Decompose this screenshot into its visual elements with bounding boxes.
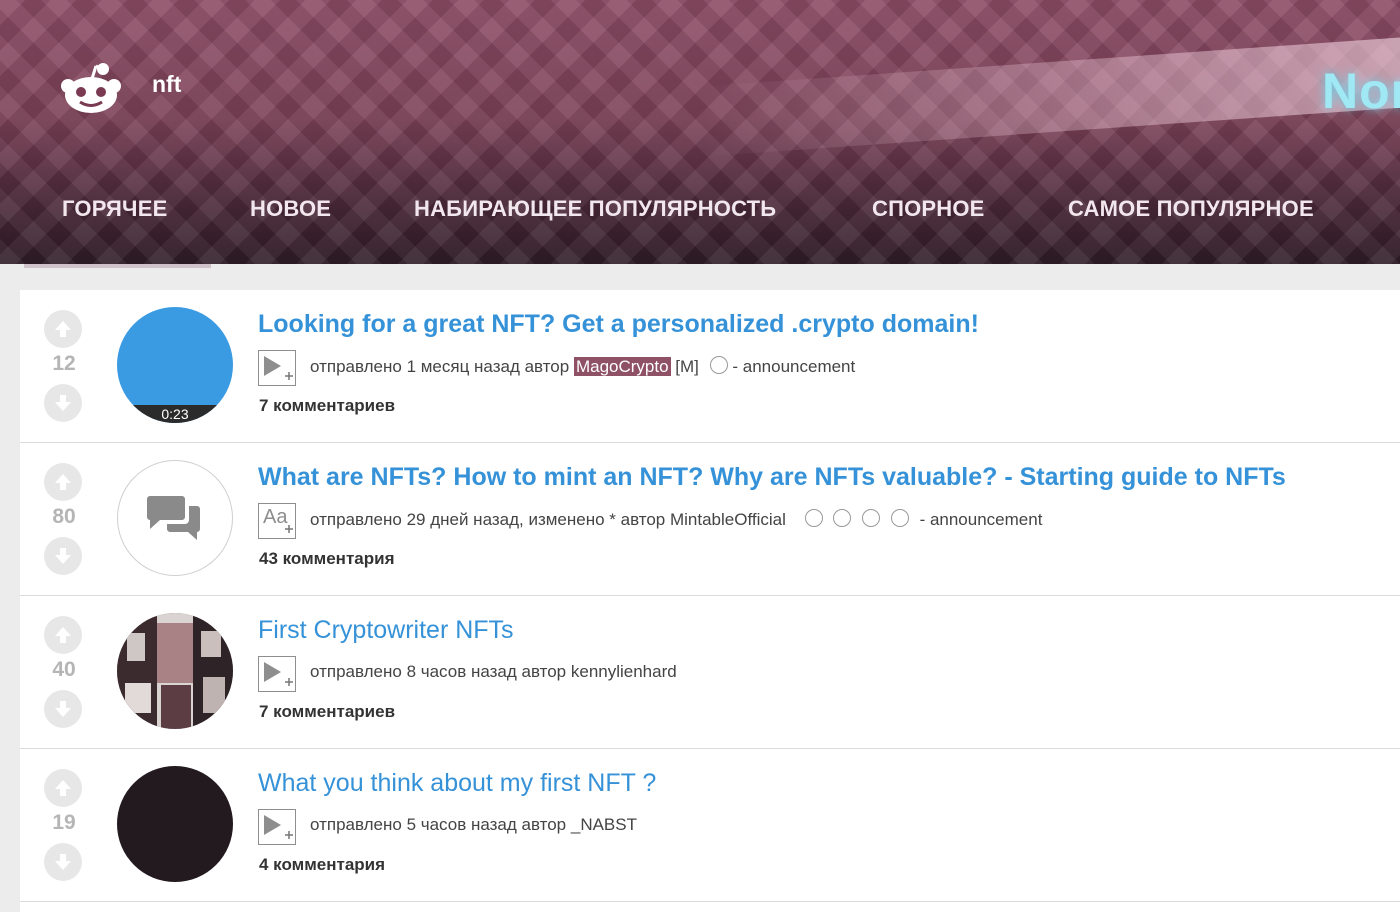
user-flair-icon <box>709 356 728 374</box>
tab-hot[interactable]: ГОРЯЧЕЕ <box>62 196 167 222</box>
banner-glow <box>698 33 1400 157</box>
reddit-snoo-icon[interactable] <box>58 58 124 114</box>
downvote-arrow-icon[interactable] <box>44 384 82 422</box>
post-item: 40 First Cryptowriter NFTs отправлено 8 … <box>20 596 1400 749</box>
post-author[interactable]: MagoCrypto <box>573 357 671 376</box>
downvote-arrow-icon[interactable] <box>44 843 82 881</box>
upvote-arrow-icon[interactable] <box>44 769 82 807</box>
comments-link[interactable]: 4 комментария <box>259 855 385 875</box>
post-score: 19 <box>52 811 76 834</box>
upvote-arrow-icon[interactable] <box>44 463 82 501</box>
tab-rising[interactable]: НАБИРАЮЩЕЕ ПОПУЛЯРНОСТЬ <box>414 196 776 222</box>
post-thumbnail[interactable] <box>117 460 233 576</box>
post-score: 80 <box>52 505 76 528</box>
tab-new[interactable]: НОВОЕ <box>250 196 331 222</box>
tab-controversial[interactable]: СПОРНОЕ <box>872 196 985 222</box>
post-item: 12 0:23 Looking for a great NFT? Get a p… <box>20 290 1400 443</box>
award-icon <box>862 509 881 527</box>
video-duration: 0:23 <box>117 405 233 423</box>
post-title[interactable]: What you think about my first NFT ? <box>258 769 656 798</box>
post-meta: отправлено 29 дней назад, изменено * авт… <box>310 509 1042 530</box>
upvote-arrow-icon[interactable] <box>44 616 82 654</box>
expando-play-button[interactable] <box>258 809 296 845</box>
post-meta-prefix: отправлено 8 часов назад автор <box>310 662 567 681</box>
play-icon <box>264 356 293 380</box>
subreddit-name[interactable]: nft <box>152 71 181 98</box>
award-icon <box>890 509 909 527</box>
play-icon <box>264 662 293 686</box>
play-icon <box>264 815 293 839</box>
post-item: 80 What are NFTs? How to mint an NFT? Wh… <box>20 443 1400 596</box>
post-flair[interactable]: - announcement <box>732 357 855 376</box>
expando-text-button[interactable]: Aa <box>258 503 296 539</box>
expando-play-button[interactable] <box>258 656 296 692</box>
post-author[interactable]: MintableOfficial <box>670 510 786 529</box>
post-thumbnail[interactable] <box>117 766 233 882</box>
post-thumbnail[interactable]: 0:23 <box>117 307 233 423</box>
expando-play-button[interactable] <box>258 350 296 386</box>
post-meta: отправлено 5 часов назад автор _NABST <box>310 815 637 835</box>
upvote-arrow-icon[interactable] <box>44 310 82 348</box>
post-meta-prefix: отправлено 1 месяц назад автор <box>310 357 570 376</box>
post-author[interactable]: _NABST <box>571 815 637 834</box>
moderator-tag: [M] <box>675 357 699 376</box>
post-title[interactable]: First Cryptowriter NFTs <box>258 616 514 645</box>
tab-top[interactable]: САМОЕ ПОПУЛЯРНОЕ <box>1068 196 1314 222</box>
post-thumbnail[interactable] <box>117 613 233 729</box>
post-author[interactable]: kennylienhard <box>571 662 677 681</box>
post-meta-prefix: отправлено 29 дней назад, изменено * авт… <box>310 510 666 529</box>
post-title[interactable]: What are NFTs? How to mint an NFT? Why a… <box>258 463 1286 492</box>
banner-text: Nor <box>1322 63 1400 119</box>
artwork-image <box>117 613 233 729</box>
self-post-icon <box>147 496 200 540</box>
downvote-arrow-icon[interactable] <box>44 690 82 728</box>
post-flair[interactable]: - announcement <box>920 510 1043 529</box>
comments-link[interactable]: 7 комментариев <box>259 396 395 416</box>
post-score: 12 <box>52 352 76 375</box>
comments-link[interactable]: 43 комментария <box>259 549 395 569</box>
active-tab-indicator <box>24 264 211 268</box>
comments-link[interactable]: 7 комментариев <box>259 702 395 722</box>
post-meta: отправлено 8 часов назад автор kennylien… <box>310 662 677 682</box>
award-icon <box>833 509 852 527</box>
post-score: 40 <box>52 658 76 681</box>
downvote-arrow-icon[interactable] <box>44 537 82 575</box>
subreddit-header: nft Nor ГОРЯЧЕЕ НОВОЕ НАБИРАЮЩЕЕ ПОПУЛЯР… <box>0 0 1400 264</box>
post-item: 19 What you think about my first NFT ? о… <box>20 749 1400 902</box>
post-meta: отправлено 1 месяц назад автор MagoCrypt… <box>310 356 855 377</box>
post-meta-prefix: отправлено 5 часов назад автор <box>310 815 567 834</box>
award-icon <box>804 509 823 527</box>
post-title[interactable]: Looking for a great NFT? Get a personali… <box>258 310 979 339</box>
